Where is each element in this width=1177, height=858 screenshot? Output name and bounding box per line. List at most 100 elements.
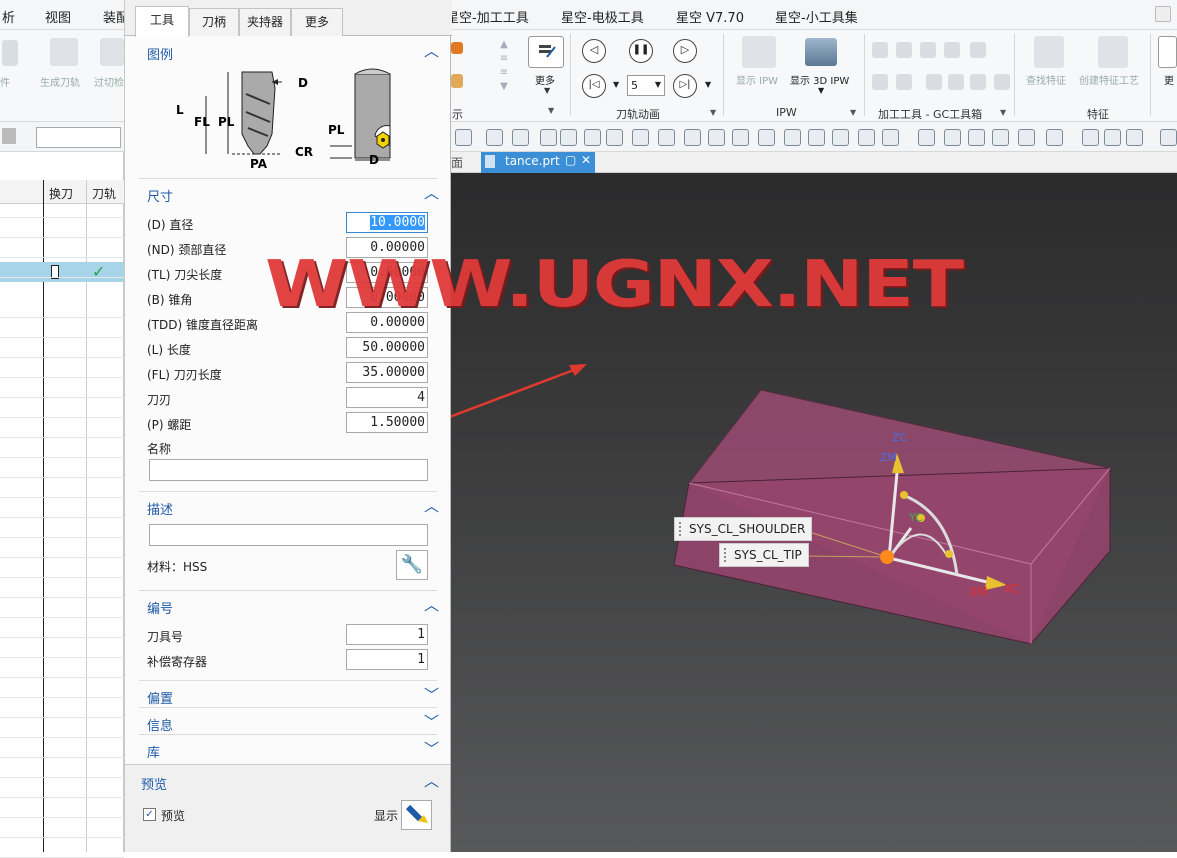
table-row[interactable] xyxy=(0,478,124,498)
gc-tool-icon[interactable] xyxy=(872,74,888,90)
toolbar-tool-icon[interactable] xyxy=(992,129,1009,146)
table-row[interactable] xyxy=(0,818,124,838)
gc-tool-icon[interactable] xyxy=(920,42,936,58)
show-ipw-icon[interactable] xyxy=(742,36,776,68)
table-row[interactable] xyxy=(0,238,124,258)
toolbar-tool-icon[interactable] xyxy=(784,129,801,146)
toolbar-tool-icon[interactable] xyxy=(1082,129,1099,146)
show-3d-ipw-dropdown-icon[interactable]: ▼ xyxy=(818,86,824,95)
table-row[interactable] xyxy=(0,618,124,638)
flutes-field[interactable]: 4 xyxy=(346,387,428,408)
go-end-icon[interactable]: ▷| xyxy=(673,74,697,98)
gouge-check-icon[interactable] xyxy=(100,38,124,66)
group-expand-icon[interactable]: ▼ xyxy=(548,106,554,115)
preview-section-header[interactable]: 预览 ︿ xyxy=(129,770,439,794)
more-label[interactable]: 更多 xyxy=(535,72,555,87)
toolbar-tool-icon[interactable] xyxy=(808,129,825,146)
table-row[interactable] xyxy=(0,638,124,658)
part-icon[interactable] xyxy=(2,40,18,66)
preview-checkbox[interactable]: ✓ xyxy=(143,808,156,821)
name-input[interactable] xyxy=(149,459,428,481)
tab-holder[interactable]: 夹持器 xyxy=(239,8,291,36)
menu-item-xk-v770[interactable]: 星空 V7.70 xyxy=(676,7,744,26)
table-row[interactable] xyxy=(0,498,124,518)
animation-speed-select[interactable]: 5 ▼ xyxy=(627,75,665,96)
more-far-right-icon[interactable] xyxy=(1158,36,1177,68)
toolbar-tool-icon[interactable] xyxy=(632,129,649,146)
table-row[interactable] xyxy=(0,738,124,758)
table-row[interactable] xyxy=(0,318,124,338)
table-row[interactable] xyxy=(0,438,124,458)
toolbar-tool-icon[interactable] xyxy=(758,129,775,146)
toolbar-tool-icon[interactable] xyxy=(1018,129,1035,146)
flute-length-field[interactable]: 35.00000 xyxy=(346,362,428,383)
table-row[interactable] xyxy=(0,298,124,318)
group-expand-icon[interactable]: ▼ xyxy=(710,108,716,117)
gc-tool-icon[interactable] xyxy=(948,74,964,90)
find-feature-icon[interactable] xyxy=(1034,36,1064,68)
pitch-field[interactable]: 1.50000 xyxy=(346,412,428,433)
length-field[interactable]: 50.00000 xyxy=(346,337,428,358)
gc-tool-icon[interactable] xyxy=(896,74,912,90)
toolbar-tool-icon[interactable] xyxy=(968,129,985,146)
table-row[interactable] xyxy=(0,398,124,418)
display-icon[interactable] xyxy=(451,42,463,54)
more-icon[interactable] xyxy=(528,36,564,68)
table-row[interactable] xyxy=(0,658,124,678)
gc-tool-icon[interactable] xyxy=(970,42,986,58)
toolbar-tool-icon[interactable] xyxy=(944,129,961,146)
table-row[interactable] xyxy=(0,338,124,358)
offset-section-header[interactable]: 偏置 ﹀ xyxy=(135,684,445,708)
gc-tool-icon[interactable] xyxy=(970,74,986,90)
comp-register-field[interactable]: 1 xyxy=(346,649,428,670)
callout-tip[interactable]: SYS_CL_TIP xyxy=(719,543,809,567)
move-arrows-icon[interactable]: ▲ ≡ ≡ ▼ xyxy=(497,38,511,98)
toolbar-tool-icon[interactable] xyxy=(1160,129,1177,146)
dimensions-section-header[interactable]: 尺寸 ︿ xyxy=(135,182,445,206)
table-row[interactable] xyxy=(0,258,124,278)
toolbar-tool-icon[interactable] xyxy=(732,129,749,146)
generate-toolpath-icon[interactable] xyxy=(50,38,78,66)
show-3d-ipw-label[interactable]: 显示 3D IPW xyxy=(790,72,849,87)
type-filter-select[interactable] xyxy=(36,127,121,148)
show-ipw-label[interactable]: 显示 IPW xyxy=(736,72,778,87)
close-icon[interactable]: ✕ xyxy=(581,153,591,167)
table-row[interactable] xyxy=(0,698,124,718)
go-start-dropdown-icon[interactable]: ▼ xyxy=(613,80,619,89)
toolbar-tool-icon[interactable] xyxy=(1126,129,1143,146)
toolbar-tool-icon[interactable] xyxy=(512,129,529,146)
filter-icon[interactable] xyxy=(2,128,16,144)
gc-tool-icon[interactable] xyxy=(994,74,1010,90)
file-tab[interactable]: tance.prt ▢ ✕ xyxy=(481,152,595,173)
more-dropdown-icon[interactable]: ▼ xyxy=(544,86,550,95)
gc-tool-icon[interactable] xyxy=(944,42,960,58)
menu-item-xk-machining-tools[interactable]: 星空-加工工具 xyxy=(446,7,529,26)
display-icon-2[interactable] xyxy=(451,74,463,88)
show-3d-ipw-icon[interactable] xyxy=(805,38,837,66)
tab-holder-shank[interactable]: 刀柄 xyxy=(189,8,239,36)
tab-pin-icon[interactable]: ▢ xyxy=(565,153,576,167)
table-row[interactable] xyxy=(0,458,124,478)
play-icon[interactable]: ▷ xyxy=(673,39,697,63)
toolbar-tool-icon[interactable] xyxy=(708,129,725,146)
toolbar-tool-icon[interactable] xyxy=(606,129,623,146)
toolbar-tool-icon[interactable] xyxy=(858,129,875,146)
description-section-header[interactable]: 描述 ︿ xyxy=(135,495,445,519)
callout-shoulder[interactable]: SYS_CL_SHOULDER xyxy=(674,517,813,541)
minimize-ribbon-icon[interactable] xyxy=(1155,6,1171,22)
toolbar-tool-icon[interactable] xyxy=(455,129,472,146)
toolbar-tool-icon[interactable] xyxy=(882,129,899,146)
table-row[interactable] xyxy=(0,678,124,698)
toolbar-tool-icon[interactable] xyxy=(1046,129,1063,146)
tab-more[interactable]: 更多 xyxy=(291,8,343,36)
library-section-header[interactable]: 库 ﹀ xyxy=(135,738,445,762)
step-back-icon[interactable]: ◁ xyxy=(582,39,606,63)
toolbar-tool-icon[interactable] xyxy=(486,129,503,146)
go-end-dropdown-icon[interactable]: ▼ xyxy=(705,80,711,89)
toolbar-tool-icon[interactable] xyxy=(584,129,601,146)
toolbar-tool-icon[interactable] xyxy=(684,129,701,146)
table-row[interactable] xyxy=(0,718,124,738)
toolbar-tool-icon[interactable] xyxy=(658,129,675,146)
table-row[interactable] xyxy=(0,558,124,578)
gc-tool-icon[interactable] xyxy=(926,74,942,90)
